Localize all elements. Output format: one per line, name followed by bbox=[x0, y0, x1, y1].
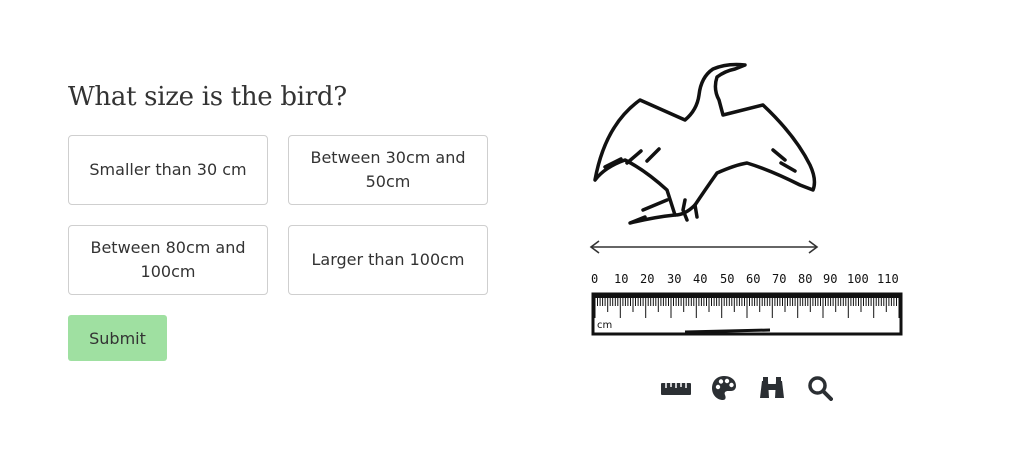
ruler-label-60: 60 bbox=[746, 272, 760, 286]
submit-button[interactable]: Submit bbox=[68, 315, 167, 361]
option-smaller-than-30cm[interactable]: Smaller than 30 cm bbox=[68, 135, 268, 205]
bird-drawing bbox=[593, 62, 817, 225]
palette-icon[interactable] bbox=[708, 372, 740, 404]
option-30-to-50cm[interactable]: Between 30cm and 50cm bbox=[288, 135, 488, 205]
magnifier-icon[interactable] bbox=[804, 372, 836, 404]
width-arrow bbox=[589, 240, 819, 254]
tool-bar bbox=[660, 372, 836, 404]
ruler-label-90: 90 bbox=[823, 272, 837, 286]
ruler-label-110: 110 bbox=[877, 272, 899, 286]
ruler-label-80: 80 bbox=[798, 272, 812, 286]
ruler-label-70: 70 bbox=[772, 272, 786, 286]
binoculars-icon[interactable] bbox=[756, 372, 788, 404]
ruler-scale: 0 10 20 30 40 50 60 70 80 90 100 110 bbox=[591, 272, 899, 286]
ruler-unit-label: cm bbox=[597, 320, 612, 331]
ruler-label-40: 40 bbox=[693, 272, 707, 286]
ruler-label-30: 30 bbox=[667, 272, 681, 286]
ruler-label-50: 50 bbox=[720, 272, 734, 286]
ruler-drawing: cm bbox=[591, 292, 903, 336]
ruler-label-20: 20 bbox=[640, 272, 654, 286]
bird-size-illustration: 0 10 20 30 40 50 60 70 80 90 100 110 cm bbox=[589, 62, 903, 336]
ruler-label-100: 100 bbox=[847, 272, 869, 286]
answer-options: Smaller than 30 cm Between 30cm and 50cm… bbox=[68, 135, 488, 295]
option-larger-than-100cm[interactable]: Larger than 100cm bbox=[288, 225, 488, 295]
option-80-to-100cm[interactable]: Between 80cm and 100cm bbox=[68, 225, 268, 295]
ruler-label-10: 10 bbox=[614, 272, 628, 286]
question-title: What size is the bird? bbox=[68, 82, 347, 112]
ruler-icon[interactable] bbox=[660, 372, 692, 404]
ruler-label-0: 0 bbox=[591, 272, 598, 286]
